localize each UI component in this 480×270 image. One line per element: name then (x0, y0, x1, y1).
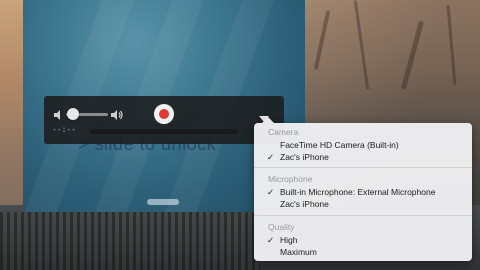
speaker-high-icon[interactable] (110, 108, 124, 126)
recording-controller: --:-- (44, 96, 284, 144)
section-header-quality: Quality (268, 222, 295, 232)
checkmark-icon: ✓ (267, 152, 275, 162)
section-header-microphone: Microphone (268, 174, 313, 184)
desktop-wallpaper-trees (0, 212, 260, 270)
menu-item-mic-builtin[interactable]: ✓ Built-in Microphone: External Micropho… (254, 186, 472, 198)
speaker-low-icon[interactable] (53, 108, 63, 126)
menu-item-camera-facetime[interactable]: FaceTime HD Camera (Built-in) (254, 139, 472, 151)
record-button[interactable] (154, 104, 174, 124)
section-header-camera: Camera (268, 127, 299, 137)
menu-item-mic-iphone[interactable]: Zac's iPhone (254, 198, 472, 210)
checkmark-icon: ✓ (267, 187, 275, 197)
menu-item-quality-high[interactable]: ✓ High (254, 234, 472, 246)
menu-item-label: High (280, 235, 298, 245)
options-menu: Camera FaceTime HD Camera (Built-in) ✓ Z… (254, 117, 472, 261)
recording-progress-bar (90, 129, 238, 134)
menu-separator (254, 215, 472, 216)
menu-item-quality-maximum[interactable]: Maximum (254, 246, 472, 258)
menu-pointer (262, 117, 274, 123)
volume-slider-knob[interactable] (67, 108, 79, 120)
menu-item-camera-iphone[interactable]: ✓ Zac's iPhone (254, 151, 472, 163)
menu-item-label: Zac's iPhone (280, 152, 329, 162)
record-icon (159, 109, 169, 119)
menu-separator (254, 167, 472, 168)
home-indicator (147, 199, 179, 205)
menu-item-label: Maximum (280, 247, 317, 257)
checkmark-icon: ✓ (267, 235, 275, 245)
menu-item-label: Built-in Microphone: External Microphone (280, 187, 436, 197)
menu-item-label: FaceTime HD Camera (Built-in) (280, 140, 399, 150)
menu-item-label: Zac's iPhone (280, 199, 329, 209)
recording-time: --:-- (52, 126, 77, 135)
